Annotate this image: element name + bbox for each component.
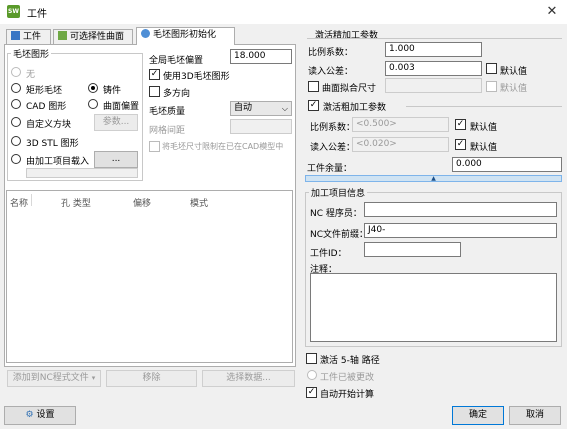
radio-rect-stock-label: 矩形毛坯 [26,86,63,96]
finish-tolerance-default-label: 默认值 [500,67,528,77]
title-bar: SW 工件 ✕ [0,0,567,24]
use-3d-stock-label: 使用3D毛坯图形 [163,72,230,82]
column-header-offset[interactable]: 偏移 [133,196,151,209]
rough-scale-label: 比例系数： [310,123,356,133]
surface-fit-default-checkbox[interactable] [486,81,497,92]
part-icon [11,31,20,40]
auto-calc-checkbox[interactable]: ✓ [306,387,317,398]
select-data-button[interactable]: 选择数据... [202,370,295,387]
use-3d-stock-checkbox[interactable]: ✓ [149,69,160,80]
part-id-label: 工件ID： [310,249,347,259]
ok-button[interactable]: 确定 [452,406,504,425]
stock-allowance-label: 工件余量： [307,164,353,174]
app-icon: SW [7,5,20,18]
radio-surface-offset[interactable] [88,99,98,109]
finish-tolerance-label: 读入公差： [308,67,354,77]
browse-button[interactable]: ... [94,151,138,168]
radio-load-from-job[interactable] [11,154,21,164]
nc-prefix-input[interactable]: J40- [364,223,557,238]
five-axis-label: 激活 5-轴 路径 [320,356,380,366]
column-header-hole-type[interactable]: 孔 类型 [61,196,91,209]
stock-allowance-input[interactable]: 0.000 [452,157,562,172]
global-offset-label: 全局毛坯偏置 [149,56,204,66]
job-list[interactable]: 名称 孔 类型 偏移 模式 [6,190,293,363]
radio-none-label: 无 [26,70,36,80]
activate-rough-label: 激活粗加工参数 [323,103,387,113]
finish-tolerance-default-checkbox[interactable] [486,63,497,74]
surface-icon [58,31,67,40]
finish-tolerance-input[interactable]: 0.003 [385,61,482,76]
gear-icon: ⚙ [25,410,34,420]
radio-3d-stl-label: 3D STL 图形 [26,139,79,149]
radio-3d-stl[interactable] [11,136,21,146]
part-updated-label: 工件已被更改 [320,373,375,383]
rough-scale-default-label: 默认值 [470,123,498,133]
cancel-button[interactable]: 取消 [509,406,561,425]
radio-cad-shape[interactable] [11,99,21,109]
limit-to-cad-label: 将毛坯尺寸限制在已在CAD模型中 [162,142,284,151]
column-header-mode[interactable]: 模式 [190,196,208,209]
activate-rough-checkbox[interactable]: ✓ [308,100,319,111]
five-axis-checkbox[interactable] [306,353,317,364]
nc-programmer-input[interactable] [364,202,557,217]
chevron-down-icon: ⌵ [281,104,288,113]
surface-fit-checkbox[interactable] [308,81,319,92]
finish-scale-input[interactable]: 1.000 [385,42,482,57]
radio-casting[interactable] [88,83,98,93]
rough-tolerance-label: 读入公差： [310,143,356,153]
tab-part[interactable]: 工件 [6,29,51,44]
stock-shape-group-title: 毛坯图形 [11,47,52,60]
radio-cad-shape-label: CAD 图形 [26,102,67,112]
rough-tolerance-default-checkbox[interactable]: ✓ [455,139,466,150]
collapse-bar[interactable]: ▲ [305,175,562,182]
column-divider [31,194,32,206]
finish-scale-label: 比例系数： [308,48,354,58]
stock-icon [141,29,150,38]
tab-selectable-surfaces[interactable]: 可选择性曲面 [53,29,133,44]
radio-surface-offset-label: 曲面偏置 [103,102,140,112]
finish-params-divider [307,38,562,39]
stock-quality-select[interactable]: 自动 ⌵ [230,101,292,116]
radio-load-from-job-label: 由加工项目载入 [26,157,90,167]
surface-fit-default-label: 默认值 [500,84,528,94]
radio-custom-block[interactable] [11,117,21,127]
auto-calc-label: 自动开始计算 [320,390,375,400]
column-header-name[interactable]: 名称 [10,196,28,209]
radio-rect-stock[interactable] [11,83,21,93]
global-offset-input[interactable]: 18.000 [230,49,292,64]
tab-stock-init[interactable]: 毛坯图形初始化 [136,27,235,45]
nc-prefix-label: NC文件前缀： [310,230,369,240]
job-info-title: 加工项目信息 [309,186,368,199]
radio-none[interactable] [11,67,21,77]
rough-tolerance-default-label: 默认值 [470,143,498,153]
close-icon[interactable]: ✕ [542,2,562,22]
add-to-nc-file-button[interactable]: 添加到NC程式文件 ▾ [7,370,101,387]
window-title: 工件 [27,9,47,20]
rough-tolerance-input[interactable]: <0.020> [352,137,449,152]
limit-to-cad-checkbox[interactable] [149,141,160,152]
grid-spacing-label: 网格间距 [149,126,186,136]
rough-params-divider [406,106,562,107]
params-button[interactable]: 参数... [94,114,138,131]
finish-params-title: 激活精加工参数 [313,28,381,41]
nc-programmer-label: NC 程序员： [310,209,362,219]
radio-custom-block-label: 自定义方块 [26,120,72,130]
surface-fit-label: 曲面拟合尺寸 [322,84,377,94]
multi-direction-checkbox[interactable] [149,86,160,97]
surface-fit-input[interactable] [385,78,482,93]
remove-button[interactable]: 移除 [106,370,197,387]
part-updated-radio[interactable] [307,370,317,380]
part-id-input[interactable] [364,242,461,257]
chevron-down-icon: ▾ [91,374,96,382]
notes-textarea[interactable] [310,273,557,342]
rough-scale-default-checkbox[interactable]: ✓ [455,119,466,130]
settings-button[interactable]: ⚙ 设置 [4,406,76,425]
radio-casting-label: 铸件 [103,86,122,96]
chevron-up-icon: ▲ [431,175,436,182]
job-path-field[interactable] [26,168,138,178]
rough-scale-input[interactable]: <0.500> [352,117,449,132]
stock-quality-label: 毛坯质量 [149,107,186,117]
grid-spacing-input[interactable] [230,119,292,134]
multi-direction-label: 多方向 [163,89,191,99]
